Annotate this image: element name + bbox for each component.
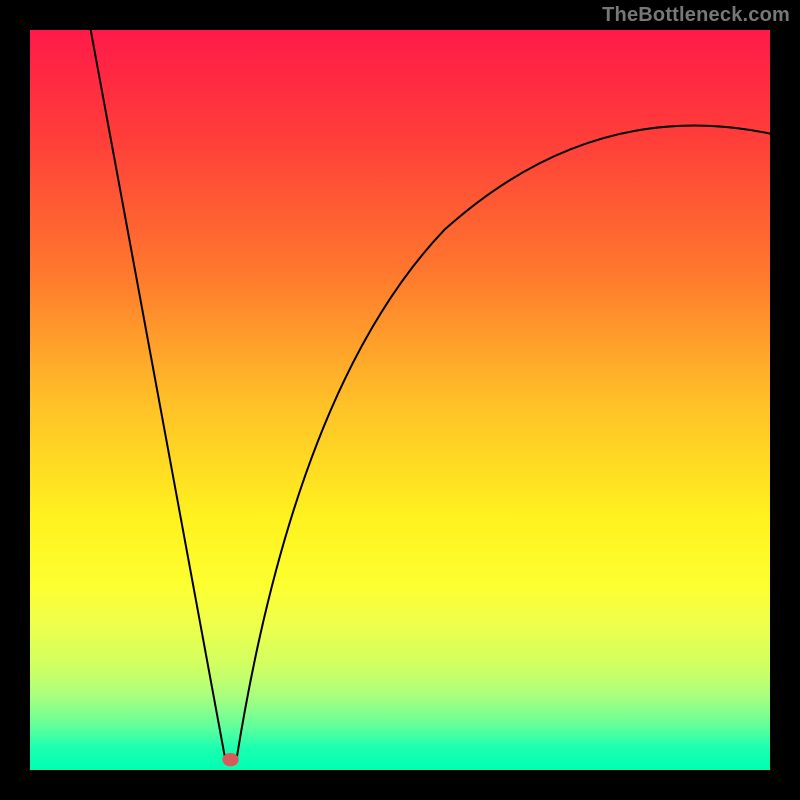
chart-frame: TheBottleneck.com — [0, 0, 800, 800]
bottleneck-curve — [30, 30, 770, 770]
plot-area — [30, 30, 770, 770]
attribution-label: TheBottleneck.com — [602, 4, 790, 27]
